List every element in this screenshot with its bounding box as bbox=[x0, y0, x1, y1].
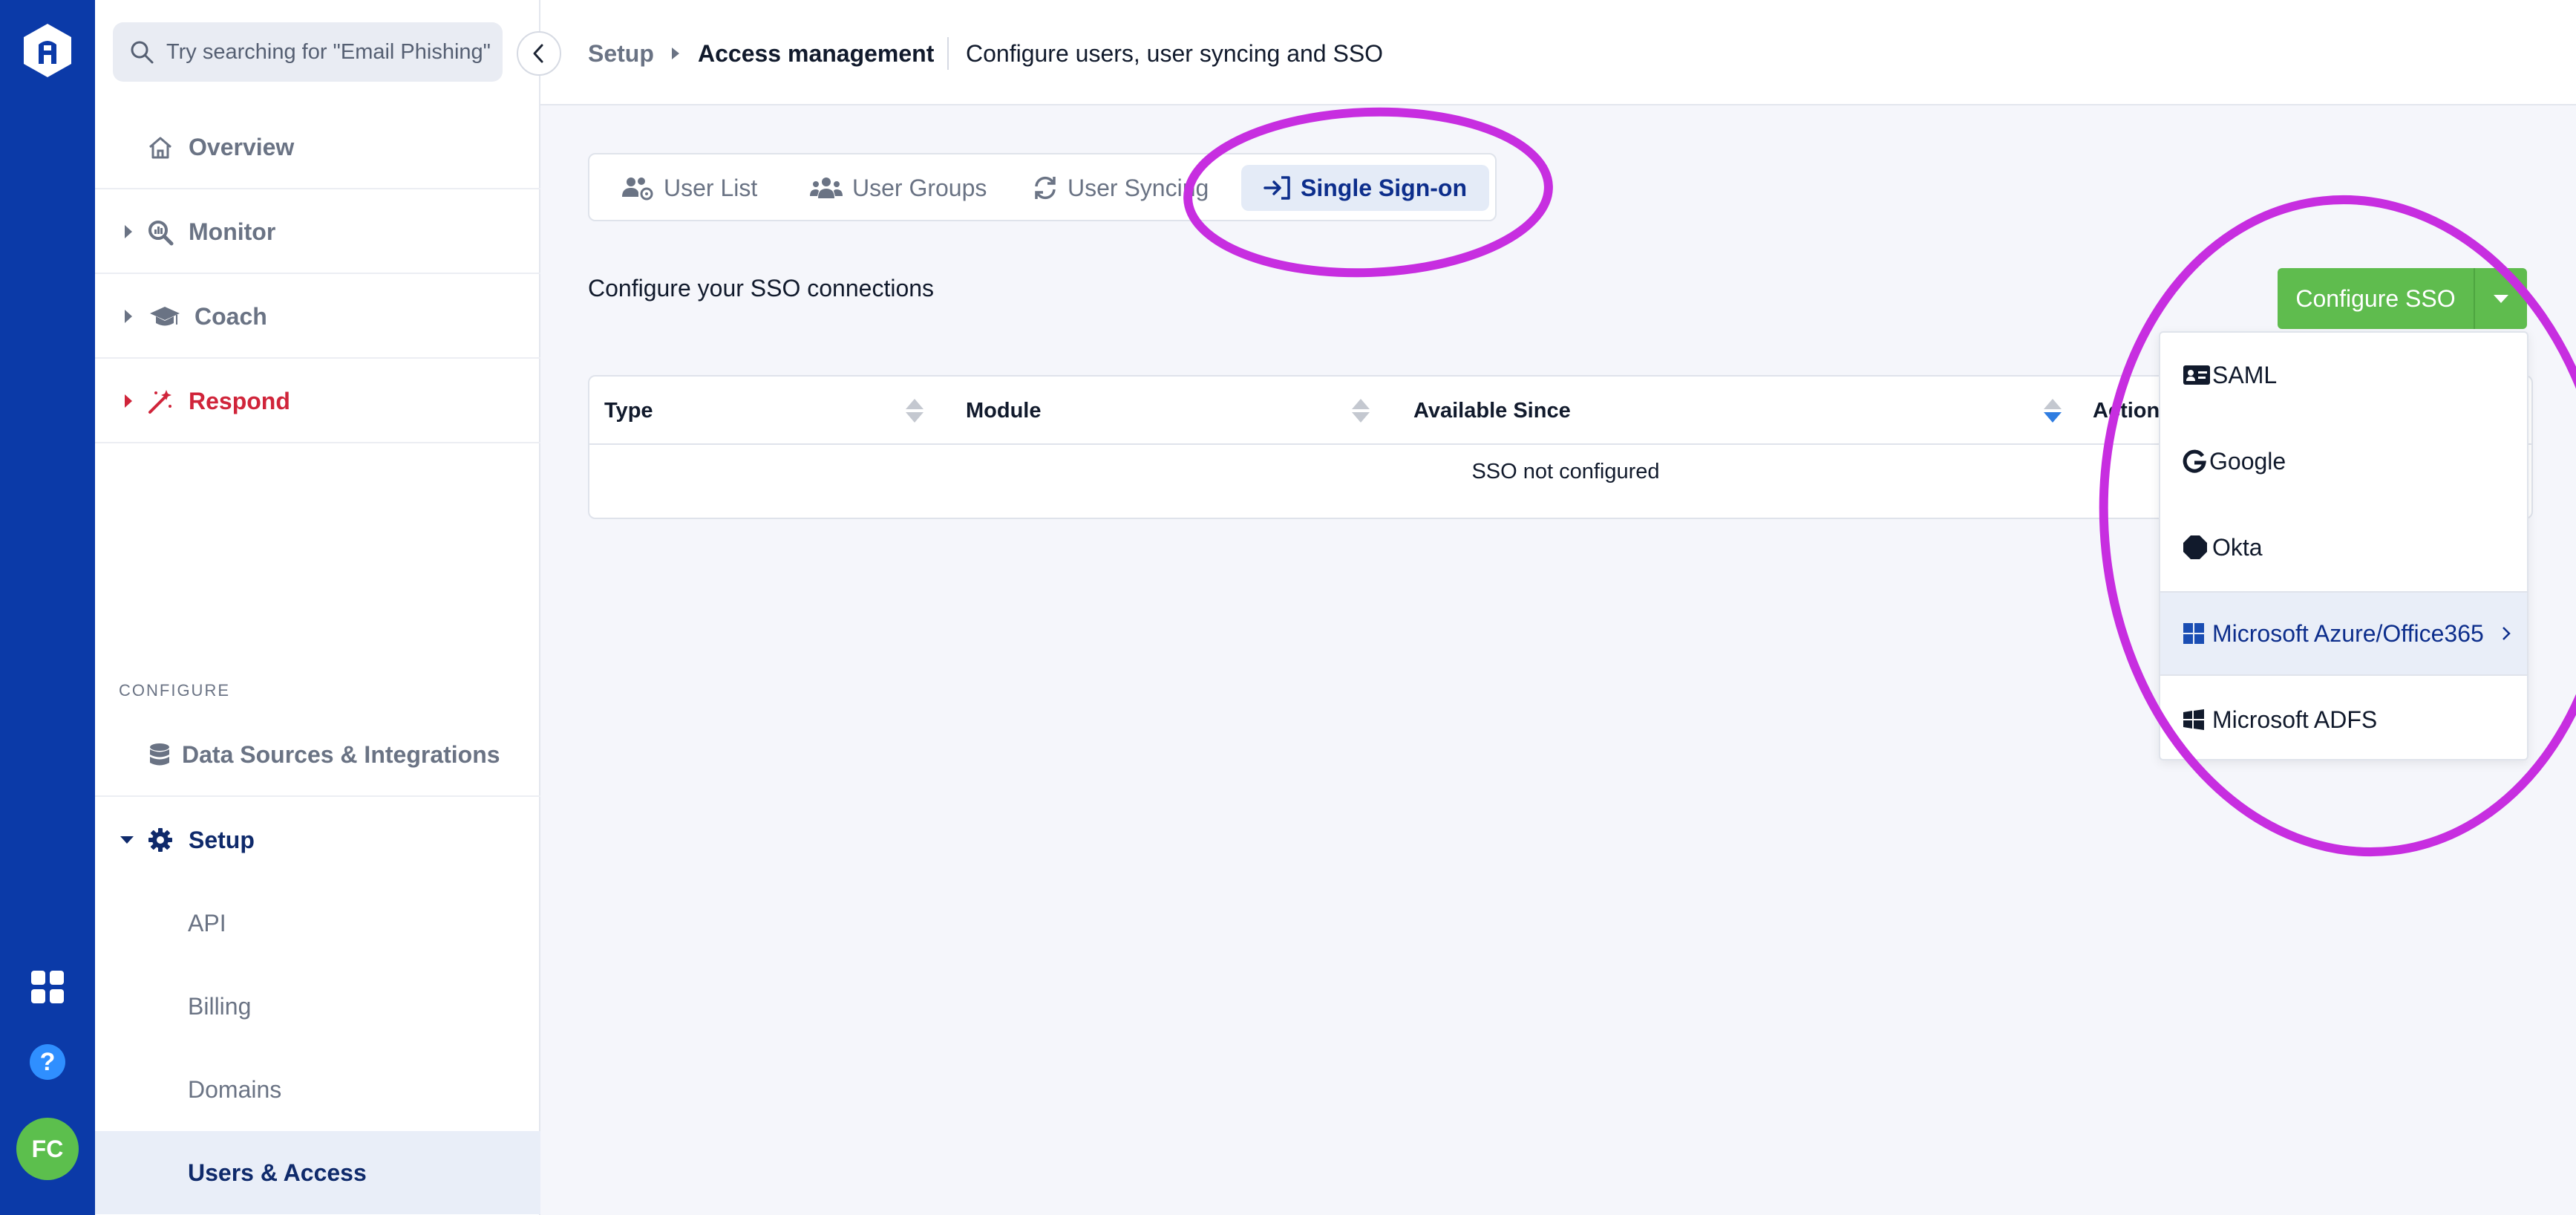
avatar[interactable]: FC bbox=[16, 1118, 79, 1180]
menu-item-google[interactable]: Google bbox=[2160, 419, 2527, 504]
sidebar-subitem-domains[interactable]: Domains bbox=[95, 1048, 540, 1131]
menu-item-okta[interactable]: Okta bbox=[2160, 505, 2527, 590]
sidebar-subitem-label: API bbox=[188, 909, 226, 937]
menu-item-label: SAML bbox=[2212, 361, 2278, 388]
page-title: Access management bbox=[698, 40, 935, 67]
sidebar-item-respond[interactable]: Respond bbox=[95, 360, 540, 443]
sidebar-subitem-api[interactable]: API bbox=[95, 882, 540, 965]
google-icon bbox=[2183, 449, 2206, 473]
sidebar-item-label: Respond bbox=[189, 387, 290, 414]
search-icon bbox=[131, 41, 154, 64]
sidebar-subitem-label: Domains bbox=[188, 1075, 282, 1103]
magic-wand-icon bbox=[148, 390, 171, 414]
sso-provider-menu: SAML Google Okta Microsoft Azure/Office3… bbox=[2159, 331, 2528, 760]
tab-bar: User List User Groups User Syncing Singl… bbox=[588, 153, 1497, 221]
sidebar-item-monitor[interactable]: Monitor bbox=[95, 191, 540, 274]
caret-right-icon bbox=[125, 394, 132, 408]
graduation-cap-icon bbox=[150, 307, 180, 326]
menu-item-label: Microsoft ADFS bbox=[2212, 706, 2378, 733]
column-header-module[interactable]: Module bbox=[966, 399, 1042, 423]
section-label-configure: CONFIGURE bbox=[119, 681, 230, 700]
tab-single-sign-on[interactable]: Single Sign-on bbox=[1241, 165, 1489, 211]
sidebar-item-coach[interactable]: Coach bbox=[95, 276, 540, 359]
menu-item-label: Microsoft Azure/Office365 bbox=[2212, 619, 2484, 647]
sidebar-item-label: Setup bbox=[189, 826, 255, 853]
grid-icon[interactable] bbox=[30, 969, 65, 1005]
configure-sso-dropdown-toggle[interactable] bbox=[2474, 268, 2527, 329]
help-button[interactable]: ? bbox=[30, 1044, 65, 1080]
sidebar-subitem-users-access[interactable]: Users & Access bbox=[95, 1131, 540, 1214]
search-input[interactable]: Try searching for "Email Phishing" bbox=[113, 22, 503, 82]
avatar-initials: FC bbox=[31, 1135, 64, 1162]
column-header-available-since[interactable]: Available Since bbox=[1413, 399, 1571, 423]
caret-right-icon bbox=[125, 225, 132, 238]
database-icon bbox=[150, 743, 169, 766]
sidebar-item-label: Coach bbox=[194, 302, 267, 330]
sidebar: Try searching for "Email Phishing" Overv… bbox=[95, 0, 540, 1215]
collapse-sidebar-button[interactable] bbox=[517, 31, 561, 76]
tab-user-syncing[interactable]: User Syncing bbox=[1032, 165, 1209, 211]
app-rail: ? FC bbox=[0, 0, 95, 1215]
header-divider bbox=[947, 37, 949, 70]
section-intro: Configure your SSO connections bbox=[588, 275, 935, 302]
tab-label: User List bbox=[664, 174, 758, 201]
chevron-left-icon bbox=[533, 44, 543, 63]
sidebar-subitem-label: Users & Access bbox=[188, 1159, 367, 1186]
magnifier-chart-icon bbox=[148, 221, 174, 246]
breadcrumb-separator-icon bbox=[672, 48, 679, 59]
sort-icon[interactable] bbox=[1350, 397, 1371, 424]
page-header: Setup Access management Configure users,… bbox=[540, 0, 2576, 105]
windows-icon bbox=[2183, 623, 2204, 644]
sidebar-item-overview[interactable]: Overview bbox=[95, 106, 540, 189]
sidebar-item-label: Overview bbox=[189, 133, 295, 160]
sync-icon bbox=[1035, 176, 1056, 200]
help-label: ? bbox=[39, 1047, 56, 1076]
menu-item-saml[interactable]: SAML bbox=[2160, 333, 2527, 417]
caret-down-icon bbox=[120, 836, 134, 844]
sort-desc-icon[interactable] bbox=[2042, 397, 2063, 424]
id-card-icon bbox=[2183, 365, 2210, 385]
sidebar-subitem-billing[interactable]: Billing bbox=[95, 965, 540, 1048]
column-header-type[interactable]: Type bbox=[604, 399, 653, 423]
home-icon bbox=[149, 137, 171, 159]
tab-label: User Groups bbox=[852, 174, 987, 201]
users-icon bbox=[810, 177, 843, 198]
chevron-right-icon bbox=[2503, 627, 2511, 640]
caret-down-icon bbox=[2494, 294, 2508, 303]
okta-icon bbox=[2183, 535, 2207, 559]
search-placeholder: Try searching for "Email Phishing" bbox=[166, 39, 491, 64]
menu-item-label: Google bbox=[2209, 447, 2286, 475]
tab-label: User Syncing bbox=[1068, 174, 1209, 201]
windows-icon bbox=[2183, 709, 2204, 730]
tab-user-groups[interactable]: User Groups bbox=[809, 165, 987, 211]
tab-user-list[interactable]: User List bbox=[621, 165, 757, 211]
caret-right-icon bbox=[125, 310, 132, 323]
configure-sso-button[interactable]: Configure SSO bbox=[2278, 268, 2474, 329]
menu-item-microsoft-adfs[interactable]: Microsoft ADFS bbox=[2160, 677, 2527, 762]
menu-item-label: Okta bbox=[2212, 533, 2263, 561]
sort-icon[interactable] bbox=[904, 397, 925, 424]
sidebar-item-label: Monitor bbox=[189, 218, 276, 245]
users-gear-icon bbox=[622, 177, 653, 201]
sidebar-item-setup[interactable]: Setup bbox=[95, 798, 540, 882]
page-description: Configure users, user syncing and SSO bbox=[966, 40, 1384, 67]
sign-in-icon bbox=[1264, 176, 1290, 200]
gear-icon bbox=[148, 828, 172, 852]
tab-label: Single Sign-on bbox=[1301, 174, 1467, 201]
sidebar-item-data-sources[interactable]: Data Sources & Integrations bbox=[95, 714, 540, 797]
breadcrumb-setup[interactable]: Setup bbox=[588, 40, 654, 68]
hexagon-logo-icon[interactable] bbox=[22, 22, 73, 79]
menu-item-microsoft-azure[interactable]: Microsoft Azure/Office365 bbox=[2160, 591, 2527, 676]
sidebar-item-label: Data Sources & Integrations bbox=[182, 740, 500, 768]
configure-sso-button-group: Configure SSO bbox=[2278, 268, 2527, 329]
sidebar-subitem-label: Billing bbox=[188, 992, 252, 1020]
